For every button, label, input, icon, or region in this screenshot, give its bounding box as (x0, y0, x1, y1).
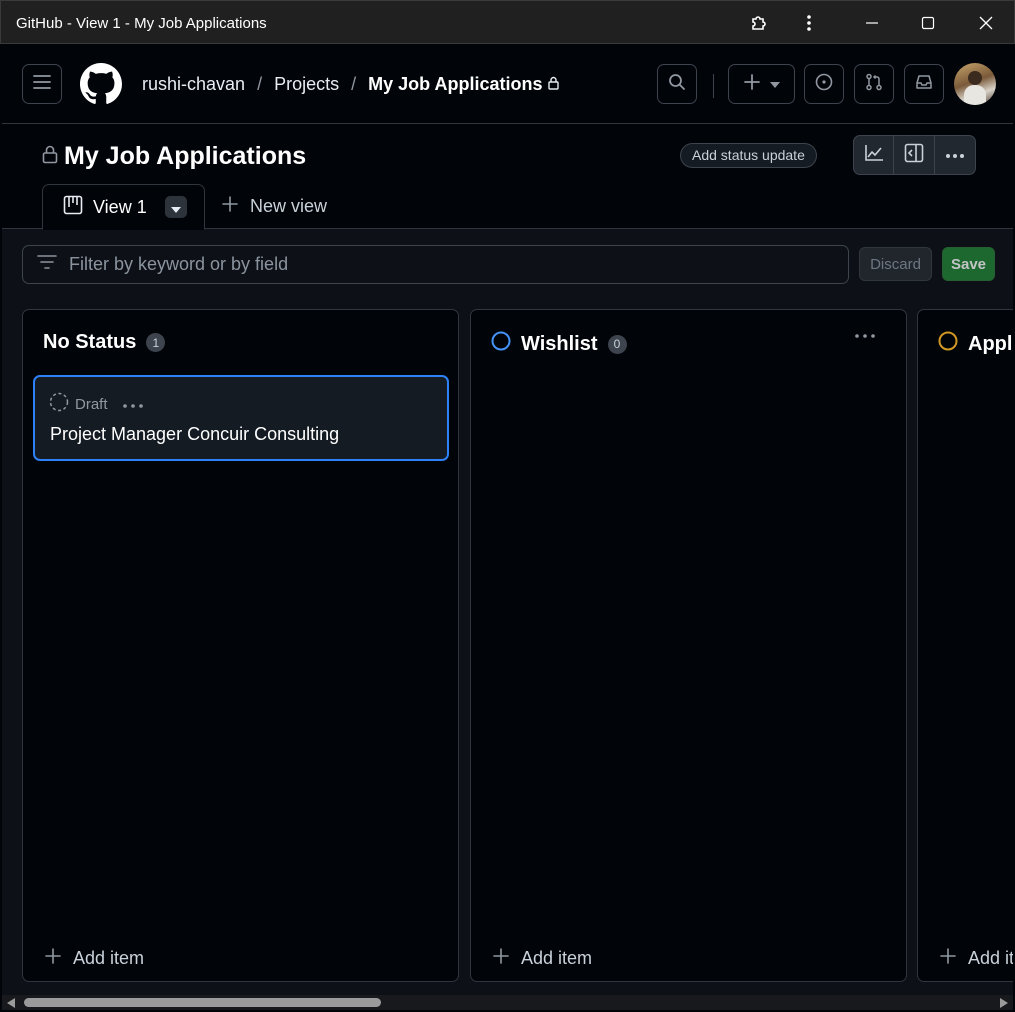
card-status: Draft (75, 395, 108, 413)
plus-icon (222, 196, 238, 217)
plus-icon (743, 73, 760, 95)
lock-icon (548, 74, 560, 95)
card-meta: Draft (49, 392, 144, 416)
breadcrumb-owner-link[interactable]: rushi-chavan (142, 74, 245, 95)
breadcrumb-projects-link[interactable]: Projects (274, 74, 339, 95)
scroll-left-icon[interactable] (5, 997, 17, 1009)
plus-icon (493, 948, 509, 969)
menu-icon (33, 74, 51, 94)
status-circle-icon (491, 331, 511, 357)
search-icon (668, 73, 686, 96)
add-item-label: Add item (968, 948, 1013, 968)
add-status-update-button[interactable]: Add status update (680, 143, 817, 168)
draft-icon (49, 392, 69, 416)
filter-icon (37, 255, 57, 274)
column-title: No Status (43, 331, 137, 353)
column-header: Applied (938, 331, 1013, 357)
column-title: Wishlist (521, 332, 598, 355)
triangle-down-icon (170, 197, 181, 218)
board-icon (63, 195, 83, 220)
menu-button[interactable] (22, 64, 62, 104)
pull-requests-icon (865, 73, 883, 96)
maximize-icon[interactable] (914, 9, 942, 37)
add-item-button[interactable]: Add item (45, 948, 144, 969)
pull-requests-button[interactable] (854, 64, 894, 104)
issues-icon (815, 73, 833, 96)
tab-view-1[interactable]: View 1 (42, 184, 205, 230)
chevron-down-icon (769, 75, 780, 93)
add-item-label: Add item (521, 948, 593, 968)
column-count: 1 (146, 333, 166, 352)
window-title: GitHub - View 1 - My Job Applications (16, 15, 267, 32)
horizontal-scrollbar[interactable] (2, 995, 1013, 1010)
avatar[interactable] (954, 63, 996, 105)
discard-button[interactable]: Discard (859, 247, 932, 281)
scroll-right-icon[interactable] (998, 997, 1010, 1009)
github-logo[interactable] (80, 63, 122, 110)
window-titlebar: GitHub - View 1 - My Job Applications (0, 0, 1015, 44)
app-header: rushi-chavan / Projects / My Job Applica… (2, 44, 1013, 124)
column-applied: Applied Add item (917, 309, 1013, 982)
project-actions-group (853, 135, 976, 175)
sidebar-expand-icon (904, 143, 924, 168)
column-wishlist: Wishlist 0 Add item (470, 309, 907, 982)
view-options-dropdown[interactable] (164, 196, 187, 218)
status-circle-icon (938, 331, 958, 357)
column-header: No Status 1 (43, 331, 166, 354)
board: No Status 1 Draft Project Manager Concui… (2, 305, 1013, 995)
insights-button[interactable] (854, 136, 895, 174)
lock-icon (42, 142, 58, 171)
save-button[interactable]: Save (942, 247, 995, 281)
column-title: Applied (968, 332, 1013, 355)
column-header: Wishlist 0 (491, 331, 627, 357)
add-item-label: Add item (73, 948, 145, 968)
add-item-button[interactable]: Add item (493, 948, 592, 969)
card-more-icon[interactable] (122, 396, 144, 413)
breadcrumb: rushi-chavan / Projects / My Job Applica… (142, 74, 560, 95)
tab-label: View 1 (93, 196, 147, 217)
card-title[interactable]: Project Manager Concuir Consulting (50, 424, 339, 445)
project-card[interactable]: Draft Project Manager Concuir Consulting (33, 375, 449, 461)
project-title: My Job Applications (64, 142, 307, 170)
filter-bar[interactable] (22, 245, 849, 284)
create-new-button[interactable] (728, 64, 795, 104)
project-title-row: My Job Applications (42, 142, 306, 171)
close-icon[interactable] (972, 9, 1000, 37)
side-panel-button[interactable] (894, 136, 935, 174)
breadcrumb-project-link[interactable]: My Job Applications (368, 74, 542, 95)
new-view-button[interactable]: New view (222, 196, 327, 217)
column-more-icon[interactable] (854, 326, 876, 344)
scrollbar-thumb[interactable] (24, 998, 381, 1007)
new-view-label: New view (250, 196, 328, 216)
more-vertical-icon[interactable] (795, 9, 823, 37)
column-count: 0 (607, 334, 627, 354)
header-divider (713, 74, 714, 98)
inbox-icon (915, 74, 933, 95)
filter-input[interactable] (69, 254, 769, 275)
breadcrumb-separator: / (351, 74, 357, 94)
more-options-button[interactable] (935, 136, 975, 174)
plus-icon (940, 948, 956, 969)
issues-button[interactable] (804, 64, 844, 104)
minimize-icon[interactable] (858, 9, 886, 37)
kebab-horizontal-icon (945, 146, 965, 164)
graph-icon (864, 144, 884, 167)
search-button[interactable] (657, 64, 697, 104)
breadcrumb-separator: / (257, 74, 263, 94)
extensions-icon[interactable] (745, 9, 773, 37)
plus-icon (45, 948, 61, 969)
column-no-status: No Status 1 Draft Project Manager Concui… (22, 309, 459, 982)
inbox-button[interactable] (904, 64, 944, 104)
add-item-button[interactable]: Add item (940, 948, 1013, 969)
